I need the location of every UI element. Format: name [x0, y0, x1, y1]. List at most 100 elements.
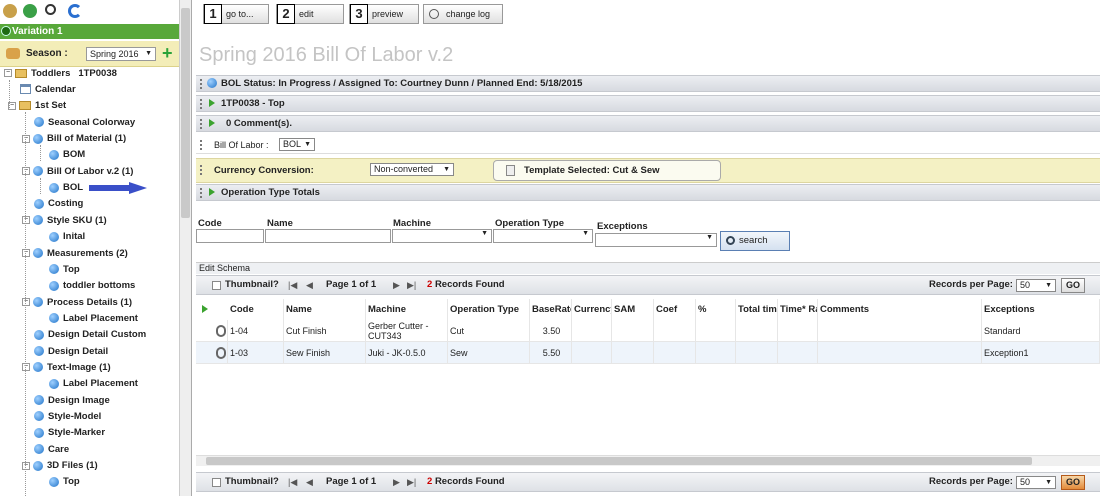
edit-button[interactable]: 2 edit [276, 4, 344, 24]
collapse-icon[interactable]: − [4, 69, 12, 78]
tree-item[interactable]: Inital [49, 229, 85, 245]
records-found: 2 Records Found [427, 276, 505, 294]
tree-item[interactable]: − Measurements (2) [22, 246, 128, 262]
search-label: search [739, 235, 768, 246]
tree-item[interactable]: Top [49, 262, 80, 278]
tree-item[interactable]: Seasonal Colorway [34, 115, 135, 131]
edit-schema-link[interactable]: Edit Schema [196, 262, 1100, 274]
exceptions-filter-select[interactable]: ▼ [595, 233, 717, 247]
tree-item[interactable]: BOL [49, 180, 83, 196]
tree-item[interactable]: Style-Model [34, 409, 101, 425]
prev-page-icon[interactable]: ◀ [306, 473, 313, 491]
column-header[interactable]: Time* Rate [778, 299, 818, 320]
search-icon[interactable] [45, 4, 56, 15]
tree-item[interactable]: Costing [34, 196, 83, 212]
collapse-icon[interactable]: − [22, 216, 30, 225]
tree-item[interactable]: − Text-Image (1) [22, 360, 111, 376]
tree-item[interactable]: BOM [49, 147, 85, 163]
scroll-thumb[interactable] [181, 8, 190, 218]
next-page-icon[interactable]: ▶ [393, 276, 400, 294]
column-header[interactable]: Name [284, 299, 366, 320]
operation-type-filter-select[interactable]: ▼ [493, 229, 593, 243]
section-top-bar[interactable]: 1TP0038 - Top [196, 95, 1100, 112]
thumbnail-checkbox[interactable] [212, 281, 221, 290]
goto-button[interactable]: 1 go to... [203, 4, 269, 24]
name-filter-input[interactable] [265, 229, 391, 243]
attachment-icon[interactable] [216, 347, 226, 359]
search-button[interactable]: search [720, 231, 790, 251]
bol-select[interactable]: BOL ▼ [279, 138, 315, 151]
horizontal-scrollbar[interactable] [196, 455, 1100, 466]
tree-item[interactable]: Design Detail Custom [34, 327, 146, 343]
last-page-icon[interactable]: ▶| [407, 473, 416, 491]
column-header[interactable]: Currency [572, 299, 612, 320]
ball-icon [34, 329, 44, 340]
collapse-icon[interactable]: − [22, 167, 30, 176]
column-header[interactable]: % [696, 299, 736, 320]
attachment-icon[interactable] [216, 325, 226, 337]
collapse-icon[interactable]: − [22, 298, 30, 307]
tree-item[interactable]: Label Placement [49, 376, 138, 392]
tree-item[interactable]: − Style SKU (1) [22, 213, 107, 229]
go-button[interactable]: GO [1061, 278, 1085, 293]
tree-item[interactable]: − Process Details (1) [22, 295, 132, 311]
next-page-icon[interactable]: ▶ [393, 473, 400, 491]
collapse-icon[interactable]: − [22, 248, 30, 257]
tree-item[interactable]: − 3D Files (1) [22, 458, 98, 474]
status-bar[interactable]: BOL Status: In Progress / Assigned To: C… [196, 75, 1100, 92]
tree-item[interactable]: Top [49, 474, 80, 490]
column-header[interactable]: Comments [818, 299, 982, 320]
collapse-icon[interactable]: − [22, 134, 30, 143]
collapse-icon[interactable]: − [22, 461, 30, 470]
prev-page-icon[interactable]: ◀ [306, 276, 313, 294]
add-icon[interactable] [23, 4, 37, 18]
last-page-icon[interactable]: ▶| [407, 276, 416, 294]
go-button[interactable]: GO [1061, 475, 1085, 490]
column-header[interactable]: Operation Type [448, 299, 530, 320]
tree-root[interactable]: − Toddlers 1TP0038 [4, 66, 117, 82]
scroll-thumb[interactable] [206, 457, 1032, 465]
thumbnail-checkbox[interactable] [212, 478, 221, 487]
home-icon[interactable] [3, 4, 17, 18]
tree-item[interactable]: Label Placement [49, 311, 138, 327]
tree-item[interactable]: Design Image [34, 393, 110, 409]
tree-item[interactable]: − Bill Of Labor v.2 (1) [22, 164, 133, 180]
column-header[interactable]: Machine [366, 299, 448, 320]
tree-item[interactable]: − Bill of Material (1) [22, 131, 126, 147]
collapse-icon[interactable]: − [22, 363, 30, 372]
tree-item[interactable]: Style-Marker [34, 425, 105, 441]
column-header[interactable]: SAM [612, 299, 654, 320]
column-header[interactable]: Exceptions [982, 299, 1100, 320]
operation-totals-bar[interactable]: Operation Type Totals [196, 184, 1100, 201]
tree-item-label: Top [63, 476, 80, 488]
rpp-select[interactable]: 50 ▼ [1016, 279, 1056, 292]
sidebar-scrollbar[interactable] [179, 0, 191, 496]
machine-filter-select[interactable]: ▼ [392, 229, 492, 243]
table-row[interactable]: 1-03 Sew Finish Juki - JK-0.5.0 Sew 5.50 Exce… [196, 342, 1100, 364]
variation-header[interactable]: Variation 1 [0, 24, 179, 39]
code-filter-input[interactable] [196, 229, 264, 243]
tree-item-label: BOM [63, 149, 86, 161]
tree-item[interactable]: Design Detail [34, 344, 108, 360]
refresh-icon[interactable] [68, 4, 82, 18]
first-page-icon[interactable]: |◀ [288, 276, 297, 294]
preview-button[interactable]: 3 preview [349, 4, 419, 24]
season-select[interactable]: Spring 2016 ▼ [86, 47, 156, 61]
tree-item[interactable]: Calendar [20, 82, 76, 98]
column-header[interactable]: Coef [654, 299, 696, 320]
column-header[interactable]: Code [228, 299, 284, 320]
column-header[interactable]: BaseRate [530, 299, 572, 320]
currency-select[interactable]: Non-converted ▼ [370, 163, 454, 176]
first-page-icon[interactable]: |◀ [288, 473, 297, 491]
column-header[interactable]: Total time [736, 299, 778, 320]
table-row[interactable]: 1-04 Cut Finish Gerber Cutter - CUT343 Cut 3… [196, 320, 1100, 342]
tree-item[interactable]: Care [34, 442, 69, 458]
rpp-select[interactable]: 50 ▼ [1016, 476, 1056, 489]
expand-all-icon[interactable] [202, 305, 208, 313]
tree-item-label: Style-Marker [48, 427, 106, 439]
changelog-button[interactable]: change log [423, 4, 503, 24]
add-season-icon[interactable]: + [162, 43, 173, 64]
comments-bar[interactable]: 0 Comment(s). [196, 115, 1100, 132]
tree-item[interactable]: −1st Set [8, 98, 66, 114]
tree-item[interactable]: toddler bottoms [49, 278, 135, 294]
